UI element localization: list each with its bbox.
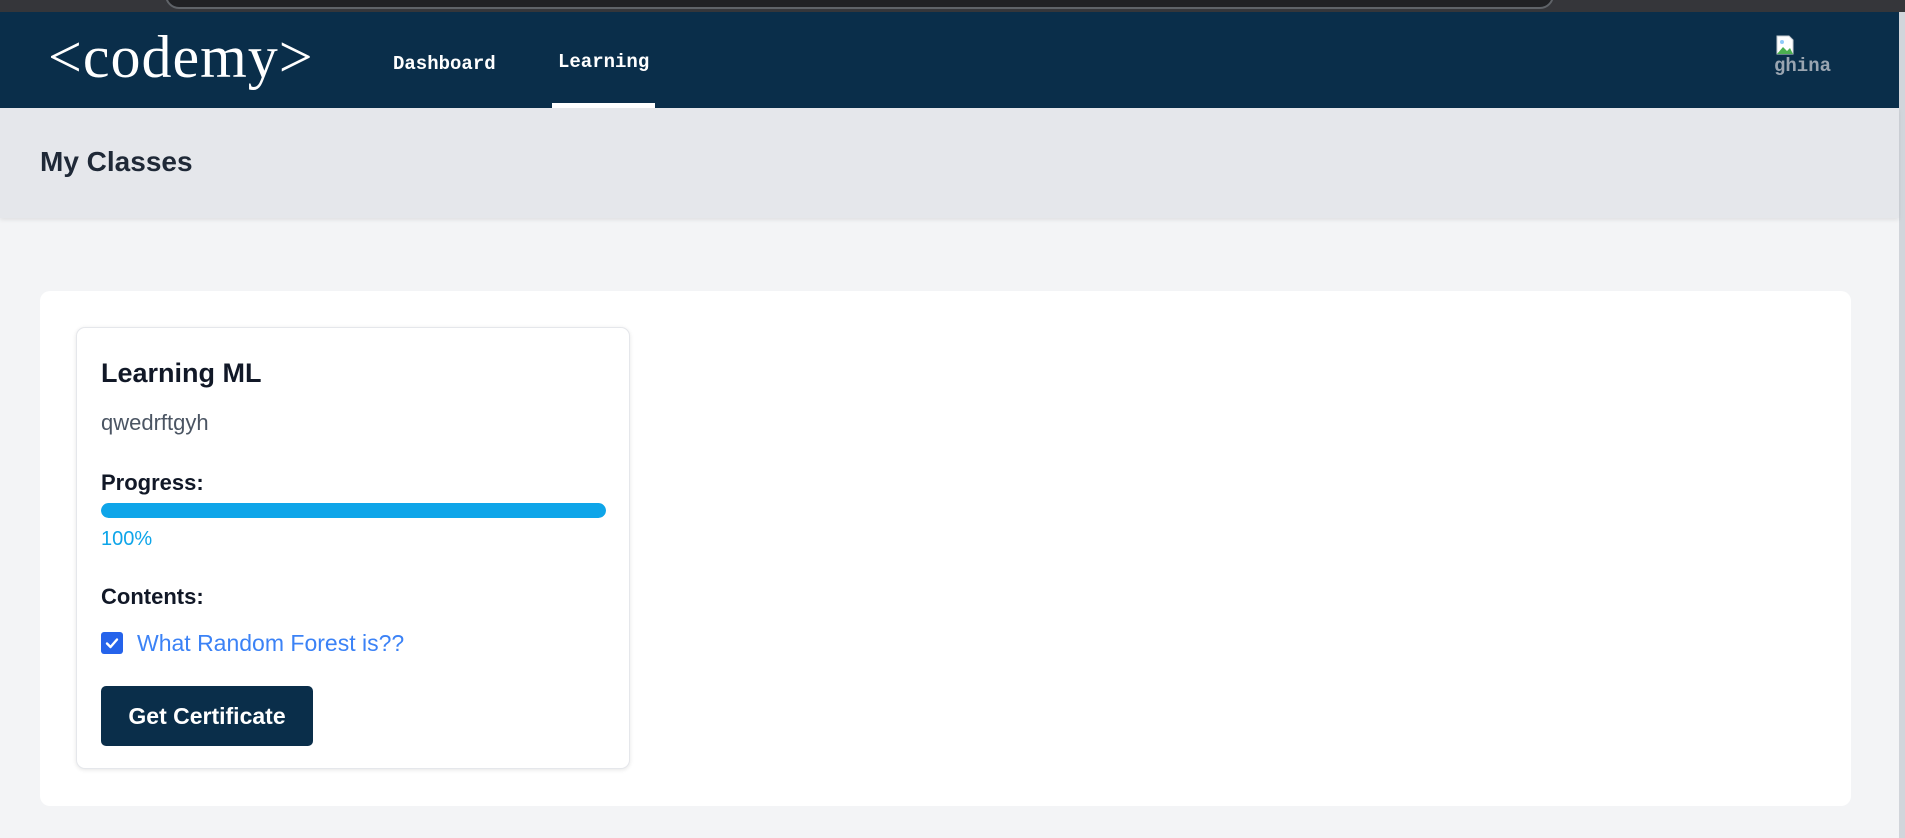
nav-dashboard-link[interactable]: Dashboard <box>393 16 496 112</box>
class-description: qwedrftgyh <box>101 410 209 435</box>
browser-address-bar[interactable] <box>165 0 1554 9</box>
classes-panel: Learning ML qwedrftgyh Progress: 100% Co… <box>40 291 1851 806</box>
page-header: My Classes <box>0 108 1899 218</box>
content-link[interactable]: What Random Forest is?? <box>137 630 404 657</box>
progress-bar-fill <box>101 503 606 518</box>
user-name: ghina <box>1774 55 1832 77</box>
content-checkbox[interactable] <box>101 632 123 654</box>
broken-image-icon <box>1776 35 1794 55</box>
get-certificate-button[interactable]: Get Certificate <box>101 686 313 746</box>
class-card: Learning ML qwedrftgyh Progress: 100% Co… <box>76 327 630 769</box>
user-menu[interactable]: ghina <box>1772 32 1842 80</box>
browser-top-strip <box>0 0 1905 12</box>
contents-label: Contents: <box>101 584 204 609</box>
progress-label: Progress: <box>101 470 204 495</box>
checkmark-icon <box>105 638 119 649</box>
scrollbar[interactable] <box>1899 12 1905 838</box>
content-item: What Random Forest is?? <box>101 628 404 658</box>
class-title: Learning ML <box>101 358 262 388</box>
nav-learning-link[interactable]: Learning <box>552 14 656 110</box>
navbar: <codemy> Dashboard Learning ghina <box>0 12 1899 108</box>
page-title: My Classes <box>40 146 193 177</box>
progress-value: 100% <box>101 528 153 550</box>
progress-bar <box>101 503 606 518</box>
logo[interactable]: <codemy> <box>48 22 314 92</box>
